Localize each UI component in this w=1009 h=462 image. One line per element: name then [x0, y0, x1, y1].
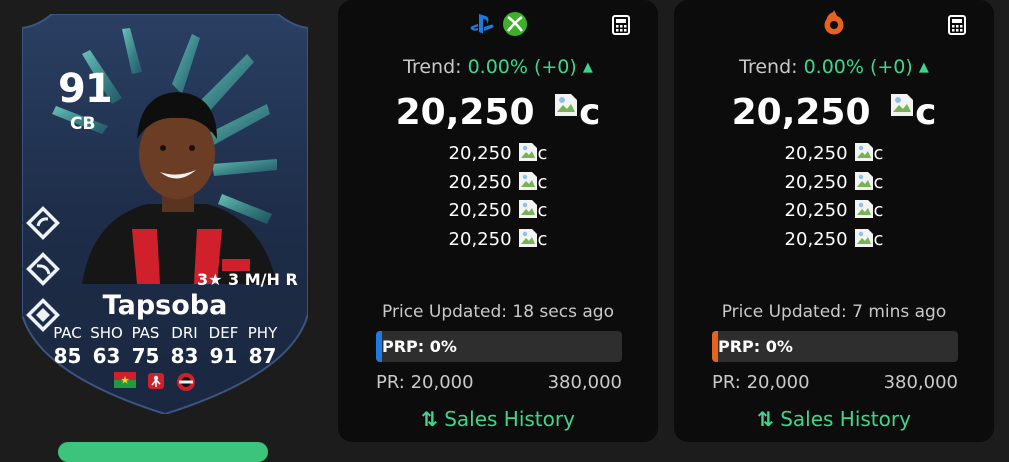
list-item: 20,250 c	[784, 142, 884, 164]
price-panel-console: Trend: 0.00% (+0) ▲ 20,250 c 20,250 c 20,…	[338, 0, 658, 442]
sort-arrows-icon: ⇅	[757, 407, 774, 431]
recent-prices-list: 20,250 c 20,250 c 20,250 c 20,250 c	[338, 140, 658, 254]
sales-history-label: Sales History	[780, 407, 911, 431]
pr-min: PR: 20,000	[712, 372, 810, 393]
list-item: 20,250 c	[448, 199, 548, 221]
coin-alt-text: c	[915, 92, 937, 133]
stat-value: 87	[248, 344, 277, 368]
stat-label: PAS	[131, 324, 160, 342]
prp-progress-bar: PRP: 0%	[712, 331, 958, 362]
xbox-icon	[502, 12, 527, 36]
trend-label: Trend:	[739, 56, 798, 78]
trend-value: 0.00% (+0)	[467, 56, 577, 78]
pr-min: PR: 20,000	[376, 372, 474, 393]
trend-up-icon: ▲	[582, 60, 593, 75]
coin-icon	[854, 171, 874, 191]
playstyle-icon[interactable]	[22, 202, 64, 244]
stat-label: PHY	[247, 324, 278, 342]
current-price: 20,250 c	[338, 92, 658, 133]
stat-value: 85	[53, 344, 82, 368]
league-icon	[148, 373, 164, 389]
price-value: 20,250	[395, 92, 535, 133]
list-item: 20,250 c	[784, 228, 884, 250]
stat-label: DEF	[208, 324, 239, 342]
prp-label: PRP: 0%	[382, 337, 457, 356]
stat-labels: PAC SHO PAS DRI DEF PHY	[48, 324, 282, 342]
trend-up-icon: ▲	[918, 60, 929, 75]
sales-history-link[interactable]: ⇅ Sales History	[674, 407, 994, 431]
trend-row: Trend: 0.00% (+0) ▲	[338, 56, 658, 78]
platform-icons	[674, 10, 994, 38]
recent-prices-list: 20,250 c 20,250 c 20,250 c 20,250 c	[674, 140, 994, 254]
sales-history-label: Sales History	[444, 407, 575, 431]
coin-icon	[518, 171, 538, 191]
stat-value: 63	[92, 344, 121, 368]
skills-weakfoot: 3★ 3 M/H R	[197, 270, 298, 289]
sort-arrows-icon: ⇅	[421, 407, 438, 431]
stat-label: SHO	[90, 324, 123, 342]
trend-row: Trend: 0.00% (+0) ▲	[674, 56, 994, 78]
playstyle-icon[interactable]	[22, 248, 64, 290]
trend-label: Trend:	[403, 56, 462, 78]
player-position: CB	[70, 114, 96, 134]
current-price: 20,250 c	[674, 92, 994, 133]
stat-values: 85 63 75 83 91 87	[48, 344, 282, 368]
price-updated-text: Price Updated: 18 secs ago	[382, 302, 614, 322]
sales-history-link[interactable]: ⇅ Sales History	[338, 407, 658, 431]
coin-icon	[553, 92, 579, 118]
trend-value: 0.00% (+0)	[803, 56, 913, 78]
calculator-icon[interactable]	[612, 15, 630, 35]
stat-label: DRI	[171, 324, 198, 342]
list-item: 20,250 c	[448, 142, 548, 164]
club-badge-icon	[177, 373, 195, 391]
player-name: Tapsoba	[102, 290, 228, 321]
pr-max: 380,000	[547, 372, 622, 393]
price-range: PR: 20,000 380,000	[712, 372, 958, 393]
price-value: 20,250	[731, 92, 871, 133]
price-range: PR: 20,000 380,000	[376, 372, 622, 393]
list-item: 20,250 c	[784, 171, 884, 193]
prp-progress-bar: PRP: 0%	[376, 331, 622, 362]
pr-max: 380,000	[883, 372, 958, 393]
coin-icon	[518, 199, 538, 219]
calculator-icon[interactable]	[948, 15, 966, 35]
coin-icon	[854, 228, 874, 248]
player-rating: 91	[58, 66, 113, 112]
country-flag-icon	[114, 372, 136, 388]
coin-alt-text: c	[579, 92, 601, 133]
stat-label: PAC	[53, 324, 82, 342]
prp-label: PRP: 0%	[718, 337, 793, 356]
stat-value: 83	[170, 344, 199, 368]
stat-value: 75	[131, 344, 160, 368]
coin-icon	[854, 142, 874, 162]
coin-icon	[889, 92, 915, 118]
list-item: 20,250 c	[784, 199, 884, 221]
origin-icon	[824, 10, 844, 35]
price-panel-pc: Trend: 0.00% (+0) ▲ 20,250 c 20,250 c 20,…	[674, 0, 994, 442]
list-item: 20,250 c	[448, 228, 548, 250]
coin-icon	[518, 142, 538, 162]
player-card[interactable]: 91 CB 3★ 3 M/H R Tapsoba PAC SHO PAS DRI…	[22, 14, 308, 414]
coin-icon	[518, 228, 538, 248]
stat-value: 91	[209, 344, 238, 368]
price-updated-text: Price Updated: 7 mins ago	[721, 302, 947, 322]
card-action-button[interactable]	[58, 442, 268, 462]
coin-icon	[854, 199, 874, 219]
card-badges	[114, 372, 196, 392]
platform-icons	[338, 10, 658, 38]
list-item: 20,250 c	[448, 171, 548, 193]
playstation-icon	[470, 14, 494, 34]
